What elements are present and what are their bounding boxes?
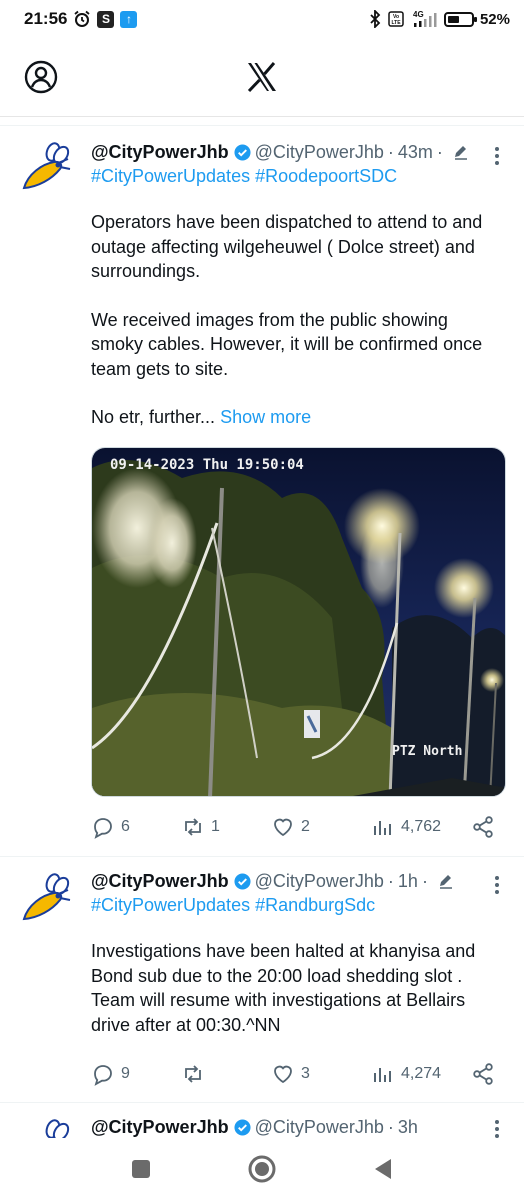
author-name[interactable]: @CityPowerJhb (91, 1115, 229, 1138)
verified-badge-icon (234, 872, 251, 890)
repost-icon (185, 818, 201, 836)
tweet[interactable]: @CityPowerJhb @CityPowerJhb · 3h (0, 1102, 524, 1138)
reply-count: 9 (121, 1065, 130, 1082)
pencil-icon (454, 146, 467, 160)
reply-icon (94, 818, 112, 839)
bluetooth-icon (368, 10, 382, 28)
like-button[interactable]: 2 (271, 815, 371, 839)
x-logo-icon[interactable] (245, 60, 279, 94)
views-button[interactable]: 4,274 (371, 1062, 471, 1086)
verified-badge-icon (234, 143, 251, 161)
hashtag-line: #CityPowerUpdates #RandburgSdc (91, 893, 504, 917)
truncated-text: No etr, further... (91, 407, 216, 427)
views-chart-icon (374, 1068, 391, 1082)
more-options-icon[interactable] (494, 875, 500, 895)
separator-dot: · (421, 871, 428, 891)
tweet-actions: 6 1 2 4,762 (91, 812, 497, 842)
reply-button[interactable]: 9 (91, 1062, 181, 1086)
repost-count: 1 (211, 818, 220, 835)
show-more-link[interactable]: Show more (220, 407, 311, 427)
header-divider (0, 116, 524, 117)
views-button[interactable]: 4,762 (371, 815, 471, 839)
author-name[interactable]: @CityPowerJhb (91, 140, 229, 164)
tweet-paragraph-truncated: No etr, further... Show more (91, 405, 504, 430)
hashtag-line: #CityPowerUpdates #RoodepoortSDC (91, 164, 504, 188)
tweet-time[interactable]: 1h (398, 869, 418, 893)
repost-button[interactable] (181, 1062, 271, 1086)
hashtag-link[interactable]: #RoodepoortSDC (255, 166, 397, 186)
hashtag-link[interactable]: #RandburgSdc (255, 895, 375, 915)
tweet[interactable]: @CityPowerJhb @CityPowerJhb · 43m · #Cit… (0, 125, 524, 855)
pencil-icon (439, 875, 452, 889)
avatar[interactable] (18, 140, 74, 196)
hashtag-link[interactable]: #CityPowerUpdates (91, 166, 250, 186)
author-handle: @CityPowerJhb (254, 1117, 384, 1137)
separator-dot: · (387, 142, 394, 162)
app-notification-icon: S (97, 10, 115, 28)
author-name[interactable]: @CityPowerJhb (91, 869, 229, 893)
separator-dot: · (436, 142, 443, 162)
repost-icon (185, 1065, 201, 1083)
svg-text:LTE: LTE (391, 20, 401, 26)
recents-square-icon[interactable] (130, 1158, 152, 1180)
more-options-icon[interactable] (494, 146, 500, 166)
share-icon (473, 1063, 493, 1085)
tweet-time[interactable]: 43m (398, 140, 433, 164)
tweet-image[interactable]: 09-14-2023 Thu 19:50:04 PTZ North (91, 447, 506, 797)
more-options-icon[interactable] (494, 1119, 500, 1138)
share-button[interactable] (471, 1062, 495, 1086)
alarm-icon (73, 10, 91, 28)
separator-dot: · (387, 871, 394, 891)
reply-count: 6 (121, 818, 130, 835)
tweet-paragraph: Investigations have been halted at khany… (91, 941, 476, 1035)
share-icon (473, 816, 493, 838)
heart-icon (274, 818, 292, 837)
repost-button[interactable]: 1 (181, 815, 271, 839)
reply-button[interactable]: 6 (91, 815, 181, 839)
view-count: 4,762 (401, 818, 442, 835)
svg-text:4G: 4G (413, 10, 424, 19)
avatar[interactable] (18, 1117, 74, 1138)
night-cctv-image: 09-14-2023 Thu 19:50:04 PTZ North (92, 448, 505, 796)
like-button[interactable]: 3 (271, 1062, 371, 1086)
author-handle: @CityPowerJhb (254, 871, 384, 891)
like-count: 2 (301, 818, 310, 835)
battery-icon (443, 11, 477, 27)
separator-dot: · (387, 1117, 394, 1137)
hashtag-link[interactable]: #CityPowerUpdates (91, 895, 250, 915)
profile-icon[interactable] (24, 60, 58, 94)
views-chart-icon (374, 821, 391, 835)
tweet-time[interactable]: 3h (398, 1115, 418, 1138)
tweet-actions: 9 3 4,274 (91, 1059, 497, 1089)
author-handle: @CityPowerJhb (254, 142, 384, 162)
like-count: 3 (301, 1065, 310, 1082)
camera-timestamp: 09-14-2023 Thu 19:50:04 (110, 457, 304, 473)
camera-label: PTZ North (392, 744, 462, 759)
share-button[interactable] (471, 815, 495, 839)
volte-icon: Vo LTE (388, 11, 404, 27)
app-header (0, 38, 524, 116)
status-bar: 21:56 S ↑ Vo LTE 4G 52% (0, 0, 524, 38)
tweet[interactable]: @CityPowerJhb @CityPowerJhb · 1h · #City… (0, 856, 524, 1101)
verified-badge-icon (234, 1118, 251, 1136)
battery-percent: 52% (479, 10, 510, 28)
view-count: 4,274 (401, 1065, 442, 1082)
avatar[interactable] (18, 871, 74, 927)
heart-icon (274, 1065, 292, 1084)
upload-notification-icon: ↑ (120, 10, 138, 28)
reply-icon (94, 1065, 112, 1086)
tweet-paragraph: We received images from the public showi… (91, 309, 483, 379)
system-nav-bar (0, 1138, 524, 1200)
signal-icon: 4G (410, 10, 438, 28)
home-circle-icon[interactable] (247, 1154, 277, 1184)
tweet-paragraph: Operators have been dispatched to attend… (91, 212, 483, 281)
status-time: 21:56 (24, 9, 68, 28)
back-triangle-icon[interactable] (372, 1157, 394, 1181)
